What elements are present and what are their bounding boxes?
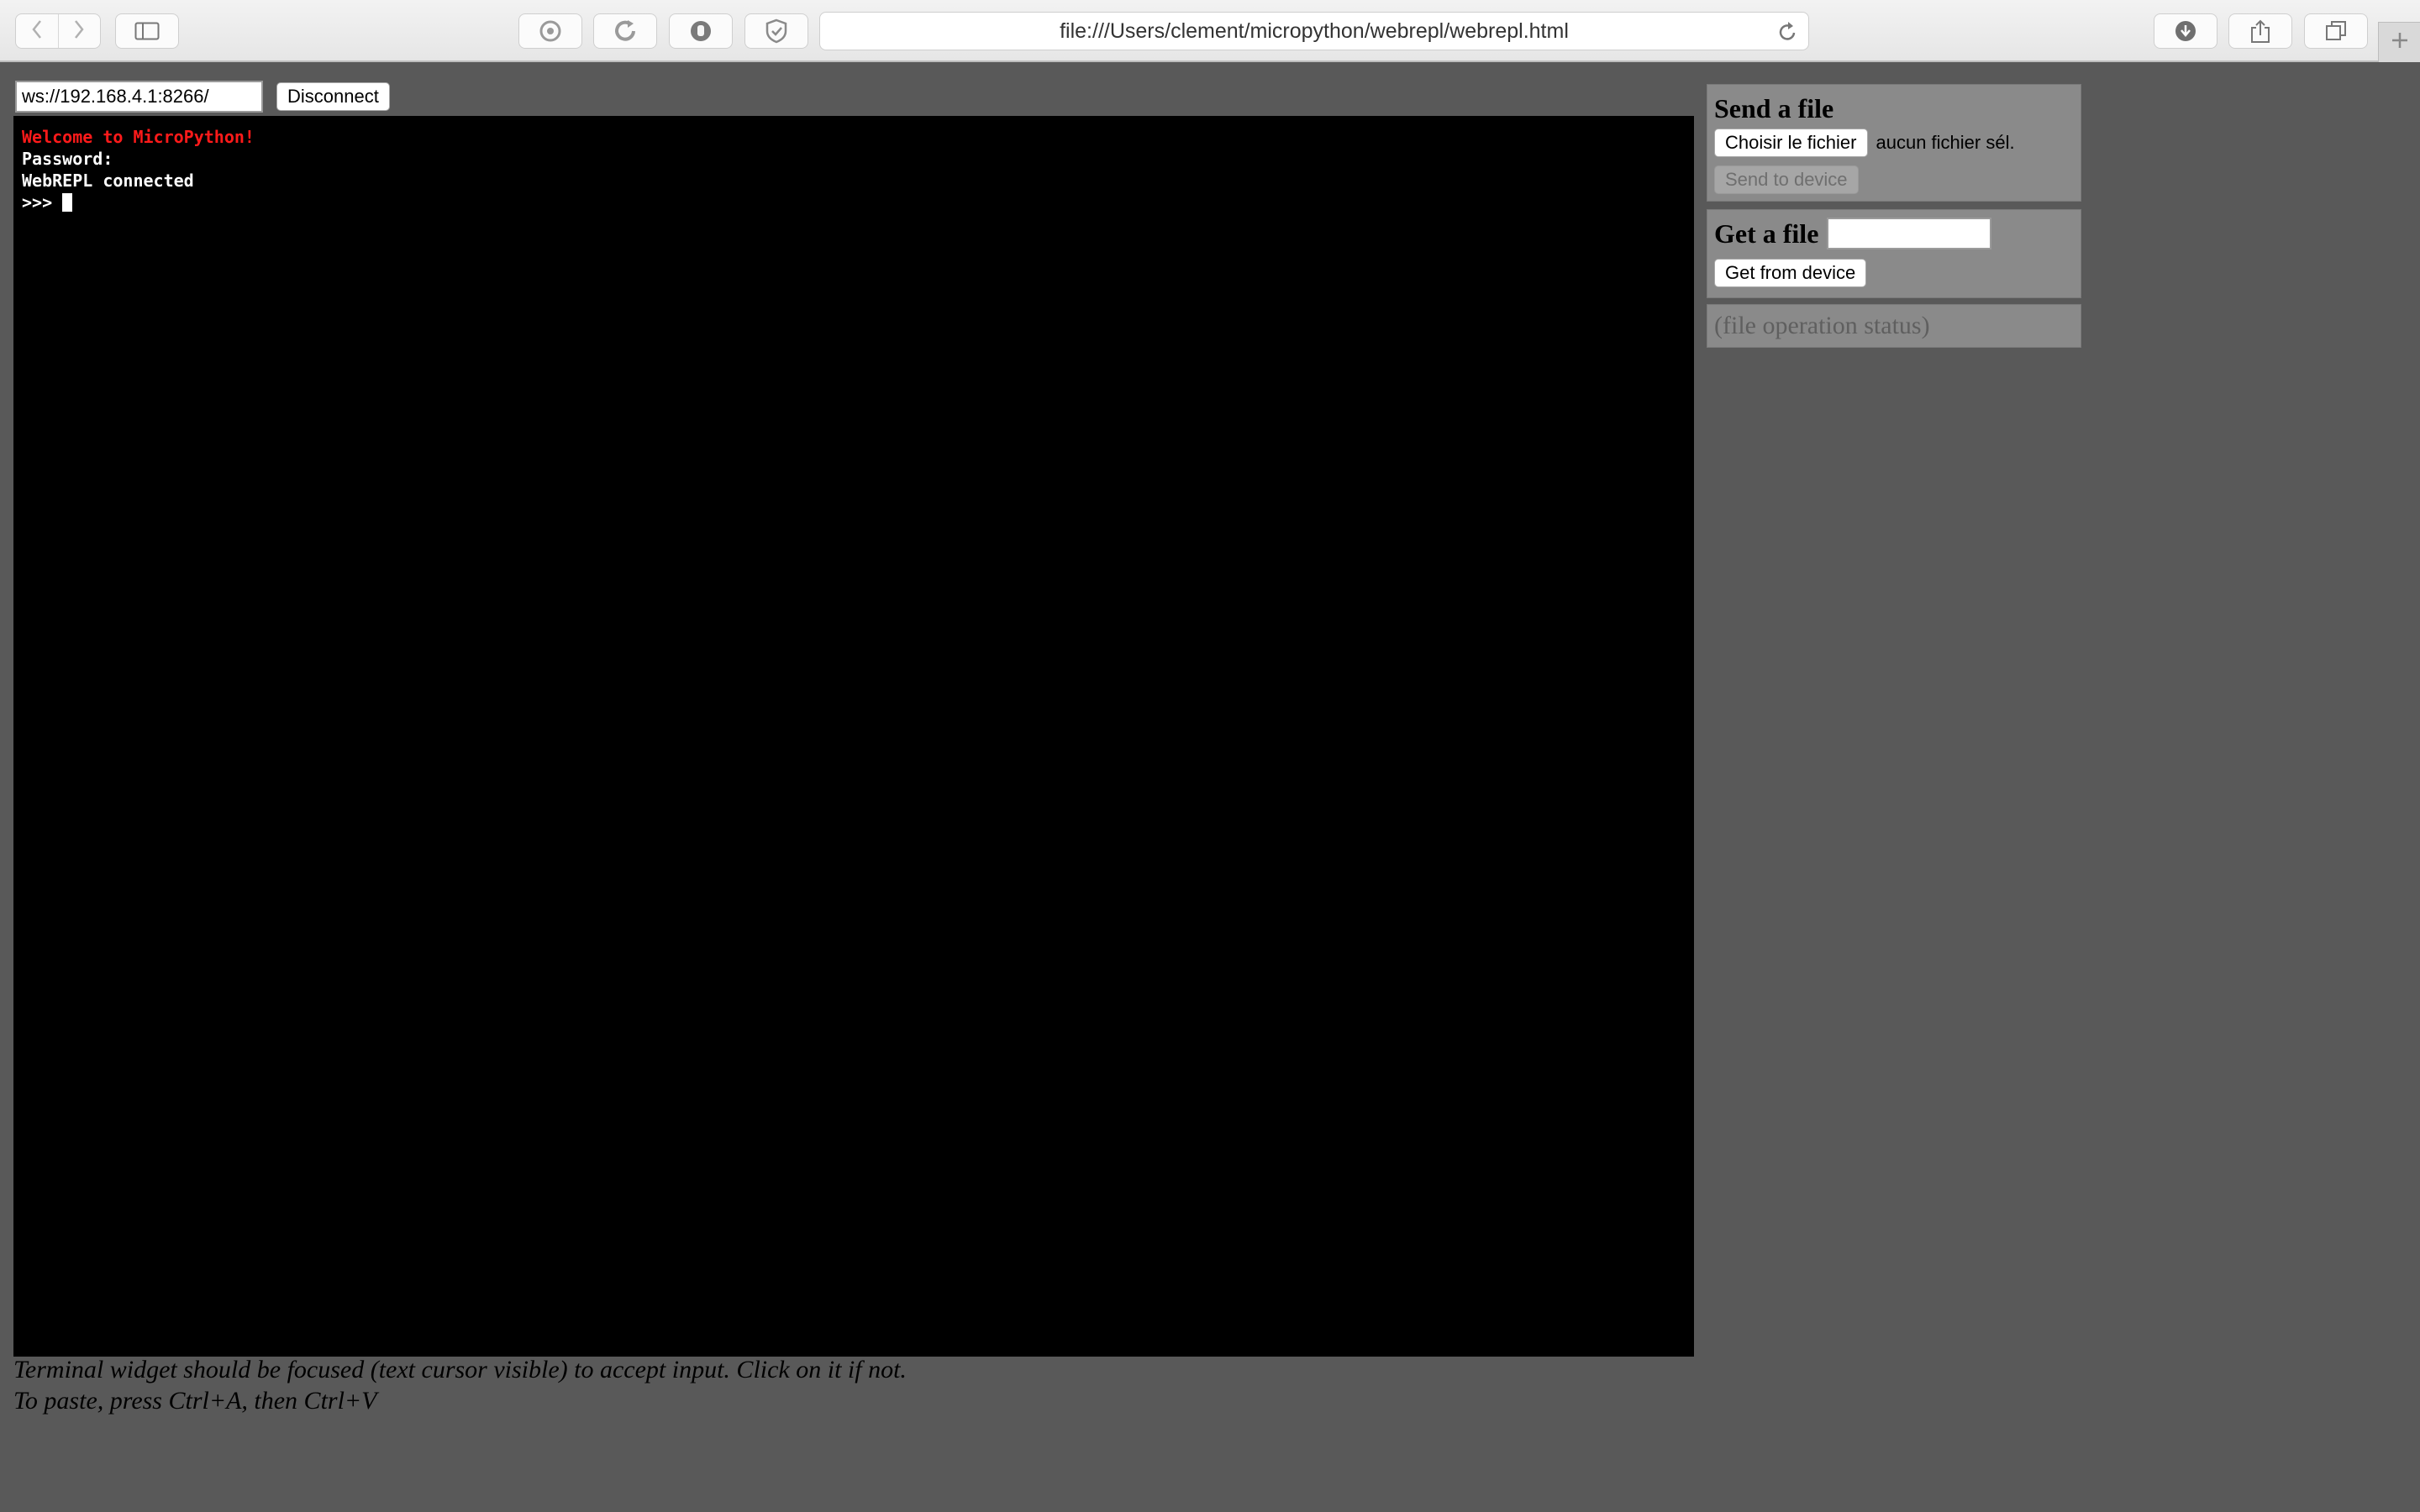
refresh-circle-icon — [613, 18, 638, 44]
focus-note: Terminal widget should be focused (text … — [13, 1356, 907, 1383]
websocket-url-input[interactable] — [15, 81, 263, 113]
get-filename-input[interactable] — [1827, 218, 1992, 249]
sidebar-icon — [134, 22, 160, 40]
terminal-line-welcome: Welcome to MicroPython! — [22, 127, 255, 147]
terminal-line-prompt: >>> — [22, 192, 1686, 213]
terminal-line-connected: WebREPL connected — [22, 171, 194, 191]
text-cursor — [62, 193, 73, 212]
shield-icon — [765, 18, 788, 44]
reload-icon[interactable] — [1776, 20, 1798, 50]
target-icon — [538, 18, 563, 44]
download-icon — [2174, 19, 2197, 43]
share-button[interactable] — [2228, 13, 2292, 49]
terminal-prompt: >>> — [22, 192, 63, 213]
connection-row: Disconnect — [15, 81, 390, 113]
repl-terminal[interactable]: Welcome to MicroPython! Password: WebREP… — [13, 116, 1694, 1357]
get-from-device-button[interactable]: Get from device — [1714, 259, 1867, 287]
nav-buttons — [15, 13, 101, 49]
no-file-selected-text: aucun fichier sél. — [1876, 132, 2015, 153]
get-file-panel: Get a file Get from device — [1707, 209, 2081, 298]
plus-icon — [2390, 30, 2410, 55]
address-text: file:///Users/clement/micropython/webrep… — [1060, 18, 1569, 43]
file-picker-row: Choisir le fichier aucun fichier sél. — [1714, 129, 2074, 157]
hand-icon — [688, 18, 713, 44]
downloads-button[interactable] — [2154, 13, 2217, 49]
tabs-button[interactable] — [2304, 13, 2368, 49]
browser-toolbar: file:///Users/clement/micropython/webrep… — [0, 0, 2420, 62]
sidebar-button[interactable] — [115, 13, 179, 49]
extension-button-4[interactable] — [744, 13, 808, 49]
send-file-title: Send a file — [1714, 93, 1834, 123]
disconnect-button[interactable]: Disconnect — [276, 82, 390, 111]
address-bar[interactable]: file:///Users/clement/micropython/webrep… — [819, 12, 1809, 50]
file-operation-status: (file operation status) — [1714, 312, 1930, 339]
tabs-icon — [2324, 19, 2348, 43]
terminal-help-notes: Terminal widget should be focused (text … — [13, 1354, 907, 1416]
share-icon — [2249, 18, 2271, 44]
extension-button-3[interactable] — [669, 13, 733, 49]
back-button[interactable] — [16, 14, 58, 48]
choose-file-button[interactable]: Choisir le fichier — [1714, 129, 1868, 157]
get-file-title: Get a file — [1714, 218, 1819, 249]
new-tab-button[interactable] — [2378, 22, 2420, 62]
forward-button[interactable] — [57, 14, 101, 48]
send-to-device-button[interactable]: Send to device — [1714, 165, 1859, 194]
extension-button-1[interactable] — [518, 13, 582, 49]
chevron-left-icon — [31, 19, 43, 44]
file-status-panel: (file operation status) — [1707, 304, 2081, 348]
extension-button-2[interactable] — [593, 13, 657, 49]
paste-note: To paste, press Ctrl+A, then Ctrl+V — [13, 1387, 377, 1415]
chevron-right-icon — [73, 19, 85, 44]
send-file-panel: Send a file Choisir le fichier aucun fic… — [1707, 84, 2081, 202]
get-row: Get from device — [1714, 259, 2074, 287]
terminal-line-password: Password: — [22, 149, 113, 169]
send-row: Send to device — [1714, 165, 2074, 194]
get-file-header: Get a file — [1714, 217, 2074, 250]
